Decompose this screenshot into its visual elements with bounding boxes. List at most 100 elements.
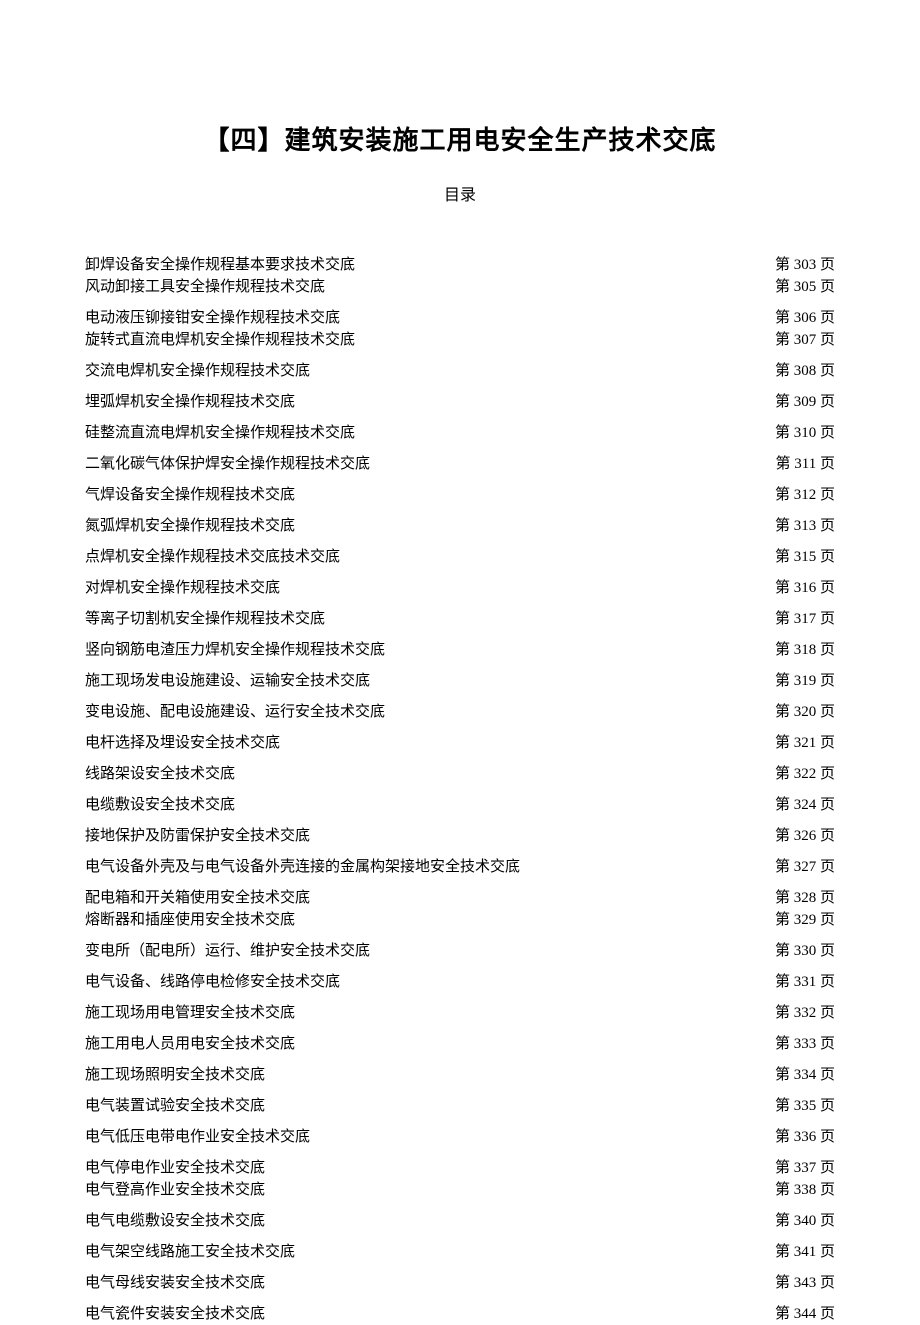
toc-entry-title: 旋转式直流电焊机安全操作规程技术交底 <box>85 330 355 351</box>
toc-entry-title: 配电箱和开关箱使用安全技术交底 <box>85 888 310 909</box>
toc-entry-title: 等离子切割机安全操作规程技术交底 <box>85 609 325 630</box>
page-title: 【四】建筑安装施工用电安全生产技术交底 <box>85 120 835 157</box>
toc-entry: 电气设备、线路停电检修安全技术交底 第 331 页 <box>85 972 835 993</box>
toc-entry-page: 第 303 页 <box>775 255 835 276</box>
toc-entry-title: 施工现场发电设施建设、运输安全技术交底 <box>85 671 370 692</box>
toc-entry-title: 电气架空线路施工安全技术交底 <box>85 1242 295 1263</box>
toc-entry: 施工用电人员用电安全技术交底 第 333 页 <box>85 1034 835 1055</box>
toc-entry-title: 电动液压铆接钳安全操作规程技术交底 <box>85 308 340 329</box>
toc-entry-title: 交流电焊机安全操作规程技术交底 <box>85 361 310 382</box>
toc-entry-page: 第 315 页 <box>775 547 835 568</box>
toc-entry: 硅整流直流电焊机安全操作规程技术交底 第 310 页 <box>85 423 835 444</box>
toc-entry-page: 第 316 页 <box>775 578 835 599</box>
toc-entry-page: 第 340 页 <box>775 1211 835 1232</box>
toc-entry-title: 卸焊设备安全操作规程基本要求技术交底 <box>85 255 355 276</box>
toc-entry-page: 第 305 页 <box>775 277 835 298</box>
toc-entry-title: 硅整流直流电焊机安全操作规程技术交底 <box>85 423 355 444</box>
toc-container: 卸焊设备安全操作规程基本要求技术交底 第 303 页风动卸接工具安全操作规程技术交… <box>85 255 835 1325</box>
toc-entry: 电气母线安装安全技术交底 第 343 页 <box>85 1273 835 1294</box>
toc-entry-page: 第 336 页 <box>775 1127 835 1148</box>
toc-entry: 电杆选择及埋设安全技术交底 第 321 页 <box>85 733 835 754</box>
toc-entry: 配电箱和开关箱使用安全技术交底 第 328 页 <box>85 888 835 909</box>
toc-entry-page: 第 337 页 <box>775 1158 835 1179</box>
toc-entry-page: 第 317 页 <box>775 609 835 630</box>
toc-entry-page: 第 324 页 <box>775 795 835 816</box>
toc-entry: 旋转式直流电焊机安全操作规程技术交底 第 307 页 <box>85 330 835 351</box>
toc-entry-page: 第 320 页 <box>775 702 835 723</box>
toc-entry-page: 第 332 页 <box>775 1003 835 1024</box>
toc-entry-page: 第 313 页 <box>775 516 835 537</box>
toc-entry: 对焊机安全操作规程技术交底 第 316 页 <box>85 578 835 599</box>
toc-entry: 电气架空线路施工安全技术交底 第 341 页 <box>85 1242 835 1263</box>
toc-entry: 等离子切割机安全操作规程技术交底 第 317 页 <box>85 609 835 630</box>
toc-entry-title: 电气电缆敷设安全技术交底 <box>85 1211 265 1232</box>
toc-entry: 线路架设安全技术交底 第 322 页 <box>85 764 835 785</box>
toc-entry-page: 第 328 页 <box>775 888 835 909</box>
toc-entry-page: 第 326 页 <box>775 826 835 847</box>
toc-entry-page: 第 306 页 <box>775 308 835 329</box>
toc-entry-title: 施工用电人员用电安全技术交底 <box>85 1034 295 1055</box>
toc-entry: 电缆敷设安全技术交底 第 324 页 <box>85 795 835 816</box>
toc-entry: 电气登高作业安全技术交底 第 338 页 <box>85 1180 835 1201</box>
toc-entry-title: 施工现场用电管理安全技术交底 <box>85 1003 295 1024</box>
toc-entry-title: 变电所（配电所）运行、维护安全技术交底 <box>85 941 370 962</box>
toc-entry-page: 第 330 页 <box>775 941 835 962</box>
toc-entry: 电气电缆敷设安全技术交底 第 340 页 <box>85 1211 835 1232</box>
toc-entry: 电气装置试验安全技术交底 第 335 页 <box>85 1096 835 1117</box>
toc-entry-page: 第 321 页 <box>775 733 835 754</box>
toc-entry: 施工现场发电设施建设、运输安全技术交底 第 319 页 <box>85 671 835 692</box>
toc-entry-title: 二氧化碳气体保护焊安全操作规程技术交底 <box>85 454 370 475</box>
toc-entry-title: 电气设备、线路停电检修安全技术交底 <box>85 972 340 993</box>
toc-entry-title: 埋弧焊机安全操作规程技术交底 <box>85 392 295 413</box>
toc-entry-page: 第 334 页 <box>775 1065 835 1086</box>
toc-entry: 点焊机安全操作规程技术交底技术交底 第 315 页 <box>85 547 835 568</box>
toc-entry-page: 第 318 页 <box>775 640 835 661</box>
toc-entry-page: 第 338 页 <box>775 1180 835 1201</box>
toc-entry-page: 第 309 页 <box>775 392 835 413</box>
toc-entry-title: 风动卸接工具安全操作规程技术交底 <box>85 277 325 298</box>
toc-entry: 接地保护及防雷保护安全技术交底 第 326 页 <box>85 826 835 847</box>
toc-entry-page: 第 344 页 <box>775 1304 835 1325</box>
toc-entry-page: 第 310 页 <box>775 423 835 444</box>
toc-entry-title: 电气母线安装安全技术交底 <box>85 1273 265 1294</box>
toc-entry-title: 电气登高作业安全技术交底 <box>85 1180 265 1201</box>
toc-entry: 埋弧焊机安全操作规程技术交底 第 309 页 <box>85 392 835 413</box>
toc-entry-title: 电气停电作业安全技术交底 <box>85 1158 265 1179</box>
toc-entry: 交流电焊机安全操作规程技术交底 第 308 页 <box>85 361 835 382</box>
toc-entry: 施工现场照明安全技术交底第 334 页 <box>85 1065 835 1086</box>
toc-entry-title: 接地保护及防雷保护安全技术交底 <box>85 826 310 847</box>
page-subtitle: 目录 <box>85 181 835 205</box>
toc-entry-title: 熔断器和插座使用安全技术交底 <box>85 910 295 931</box>
toc-entry: 气焊设备安全操作规程技术交底第 312 页 <box>85 485 835 506</box>
toc-entry: 电气设备外壳及与电气设备外壳连接的金属构架接地安全技术交底第 327 页 <box>85 857 835 878</box>
toc-entry-title: 变电设施、配电设施建设、运行安全技术交底 <box>85 702 385 723</box>
toc-entry-page: 第 335 页 <box>775 1096 835 1117</box>
toc-entry-title: 电气瓷件安装安全技术交底 <box>85 1304 265 1325</box>
toc-entry-page: 第 331 页 <box>775 972 835 993</box>
toc-entry-title: 点焊机安全操作规程技术交底技术交底 <box>85 547 340 568</box>
toc-entry-title: 气焊设备安全操作规程技术交底 <box>85 485 295 506</box>
toc-entry-page: 第 329 页 <box>775 910 835 931</box>
toc-entry: 电气瓷件安装安全技术交底 第 344 页 <box>85 1304 835 1325</box>
toc-entry-page: 第 319 页 <box>775 671 835 692</box>
toc-entry-page: 第 341 页 <box>775 1242 835 1263</box>
toc-entry: 二氧化碳气体保护焊安全操作规程技术交底第 311 页 <box>85 454 835 475</box>
toc-entry: 卸焊设备安全操作规程基本要求技术交底 第 303 页 <box>85 255 835 276</box>
toc-entry-title: 氮弧焊机安全操作规程技术交底 <box>85 516 295 537</box>
toc-entry-title: 电缆敷设安全技术交底 <box>85 795 235 816</box>
toc-entry-page: 第 333 页 <box>775 1034 835 1055</box>
toc-entry-page: 第 308 页 <box>775 361 835 382</box>
toc-entry-title: 电杆选择及埋设安全技术交底 <box>85 733 280 754</box>
toc-entry: 电动液压铆接钳安全操作规程技术交底 第 306 页 <box>85 308 835 329</box>
toc-entry-page: 第 343 页 <box>775 1273 835 1294</box>
toc-entry-title: 电气低压电带电作业安全技术交底 <box>85 1127 310 1148</box>
toc-entry-page: 第 307 页 <box>775 330 835 351</box>
toc-entry: 熔断器和插座使用安全技术交底 第 329 页 <box>85 910 835 931</box>
toc-entry-title: 对焊机安全操作规程技术交底 <box>85 578 280 599</box>
toc-entry-page: 第 327 页 <box>775 857 835 878</box>
toc-entry: 变电设施、配电设施建设、运行安全技术交底 第 320 页 <box>85 702 835 723</box>
toc-entry-title: 线路架设安全技术交底 <box>85 764 235 785</box>
toc-entry-title: 电气装置试验安全技术交底 <box>85 1096 265 1117</box>
toc-entry-title: 竖向钢筋电渣压力焊机安全操作规程技术交底 <box>85 640 385 661</box>
toc-entry-page: 第 322 页 <box>775 764 835 785</box>
